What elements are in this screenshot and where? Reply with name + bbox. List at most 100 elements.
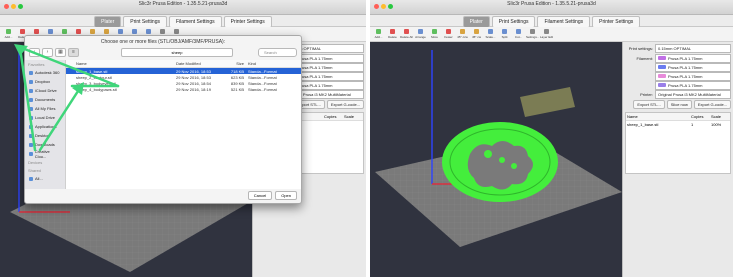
column-date-modified[interactable]: Date Modified (176, 61, 224, 66)
file-row[interactable]: sheep_2_contour.stl 29 Nov 2016, 18:53 623… (66, 74, 301, 80)
list-view-button[interactable]: ≡ (68, 48, 79, 57)
sidebar-item[interactable]: All... (25, 174, 65, 183)
sidebar-item[interactable]: Applications (25, 122, 65, 131)
column-size[interactable]: Size (224, 61, 248, 66)
sidebar-item-label: Downloads (35, 142, 55, 147)
plater-sidebar: Print settings: 0.15mm OPTIMAL Filament:… (622, 42, 733, 277)
object-name: sheep_1_base.stl (627, 122, 659, 127)
sidebar-item[interactable]: Desktop (25, 131, 65, 140)
sidebar-item[interactable]: Local Drive (25, 113, 65, 122)
toolbar-button-8[interactable]: Scale... (484, 27, 497, 41)
toolbar-label: Layer Editing (540, 35, 553, 39)
3d-scene[interactable] (370, 42, 622, 277)
toolbar-icon (118, 29, 123, 34)
toolbar-label: 45° cw (471, 35, 482, 39)
search-field[interactable]: Search (258, 48, 297, 57)
open-button[interactable]: Open (275, 191, 297, 200)
toolbar-icon (432, 29, 437, 34)
export-gcode-button[interactable]: Export G-code... (693, 99, 731, 109)
folder-icon (29, 79, 33, 84)
filament-select-1[interactable]: Prusa PLA 1.75mm (655, 53, 731, 63)
filament-select-2[interactable]: Prusa PLA 1.75mm (655, 62, 731, 72)
sidebar-item[interactable]: Documents (25, 95, 65, 104)
print-settings-select[interactable]: 0.15mm OPTIMAL (655, 43, 731, 53)
file-row[interactable]: sheep_4_bodypaws.stl 29 Nov 2016, 18:19 52… (66, 86, 301, 92)
toolbar-button-12[interactable]: Layer Editing (540, 27, 553, 41)
toolbar-icon (34, 29, 39, 34)
window-titlebar: Slic3r Prusa Edition - 1.35.5.21-prusa3d (370, 0, 733, 15)
toolbar-label: 45° ccw (457, 35, 468, 39)
toolbar-icon (516, 29, 521, 34)
column-scale[interactable]: Scale (710, 113, 730, 120)
file-date: 29 Nov 2016, 18:53 (176, 68, 211, 74)
folder-icon (29, 70, 33, 75)
folder-icon (29, 88, 33, 93)
filament-select-3[interactable]: Prusa PLA 1.75mm (655, 71, 731, 81)
toolbar-icon (104, 29, 109, 34)
toolbar-button-6[interactable]: 45° ccw (456, 27, 469, 41)
sidebar-item-label: Creative Clou... (34, 148, 50, 159)
toolbar-icon (76, 29, 81, 34)
forward-button[interactable]: › (42, 48, 53, 57)
sidebar-item-label: Local Drive (35, 115, 56, 120)
filament-select-4[interactable]: Prusa PLA 1.75mm (655, 80, 731, 90)
toolbar-button-9[interactable]: Split (498, 27, 511, 41)
export-gcode-button[interactable]: Export G-code... (326, 99, 364, 109)
toolbar-button-7[interactable]: 45° cw (470, 27, 483, 41)
table-row[interactable]: sheep_1_base.stl 1 100% (626, 121, 730, 128)
sidebar-item[interactable]: iCloud Drive (25, 86, 65, 95)
folder-icon (29, 176, 33, 181)
column-name[interactable]: Name (66, 61, 176, 66)
printer-select[interactable]: Original Prusa i3 MK2 MultiMaterial (655, 89, 731, 99)
toolbar-icon (446, 29, 451, 34)
sidebar-item[interactable]: Autodesk 360 (25, 68, 65, 77)
sidebar-item[interactable]: Dropbox (25, 77, 65, 86)
cancel-button[interactable]: Cancel (247, 191, 273, 200)
toolbar-button-10[interactable]: Cut... (512, 27, 525, 41)
file-size: 521 KB (230, 86, 244, 92)
folder-popup[interactable]: sheep (121, 48, 233, 57)
file-row[interactable]: sheep_3_bodyeyes.stl 29 Nov 2016, 18:54 83… (66, 80, 301, 86)
toolbar-label: Settings... (526, 35, 539, 39)
icon-view-button[interactable]: ▦ (55, 48, 66, 57)
toolbar-button-1[interactable]: Delete (386, 27, 399, 41)
tab-bar: Plater Print Settings Filament Settings … (370, 15, 733, 28)
sidebar-item[interactable]: All My Files (25, 104, 65, 113)
toolbar-button-5[interactable]: Fewer (442, 27, 455, 41)
folder-icon (29, 151, 33, 156)
sheep-base-model[interactable] (442, 122, 558, 202)
folder-icon (29, 124, 33, 129)
file-name: sheep_4_bodypaws.stl (76, 86, 117, 92)
filament-label: Filament: (636, 55, 653, 61)
toolbar-button-3[interactable]: Arrange (414, 27, 427, 41)
toolbar-button-11[interactable]: Settings... (526, 27, 539, 41)
export-stl-button[interactable]: Export STL... (633, 99, 665, 109)
toolbar-button-0[interactable]: Add... (2, 27, 15, 41)
toolbar-icon (146, 29, 151, 34)
back-button[interactable]: ‹ (29, 48, 40, 57)
sidebar-item-label: Dropbox (35, 79, 51, 84)
slice-now-button[interactable]: Slice now (666, 99, 692, 109)
sidebar-item[interactable]: Creative Clou... (25, 148, 65, 159)
filament-swatch (658, 74, 666, 78)
file-row[interactable]: sheep_1_base.stl 29 Nov 2016, 18:53 718 KB… (66, 68, 301, 74)
column-scale[interactable]: Scale (343, 113, 363, 120)
file-date: 29 Nov 2016, 18:53 (176, 74, 211, 80)
toolbar-button-0[interactable]: Add... (372, 27, 385, 41)
toolbar-icon (6, 29, 11, 34)
toolbar-label: Fewer (444, 35, 453, 39)
toolbar-label: Cut... (514, 35, 523, 39)
object-table[interactable]: Name Copies Scale sheep_1_base.stl 1 100… (625, 112, 731, 174)
column-copies[interactable]: Copies (323, 113, 343, 120)
window-title: Slic3r Prusa Edition - 1.35.5.21-prusa3d (507, 1, 596, 7)
toolbar-icon (474, 29, 479, 34)
toolbar-button-2[interactable]: Delete All (400, 27, 413, 41)
column-name[interactable]: Name (626, 113, 690, 120)
toolbar-label: Delete (388, 35, 397, 39)
toolbar-button-4[interactable]: More (428, 27, 441, 41)
file-name: sheep_1_base.stl (76, 68, 108, 74)
folder-icon (29, 97, 33, 102)
toolbar-label: More (431, 35, 438, 39)
column-copies[interactable]: Copies (690, 113, 710, 120)
column-kind[interactable]: Kind (248, 61, 301, 66)
